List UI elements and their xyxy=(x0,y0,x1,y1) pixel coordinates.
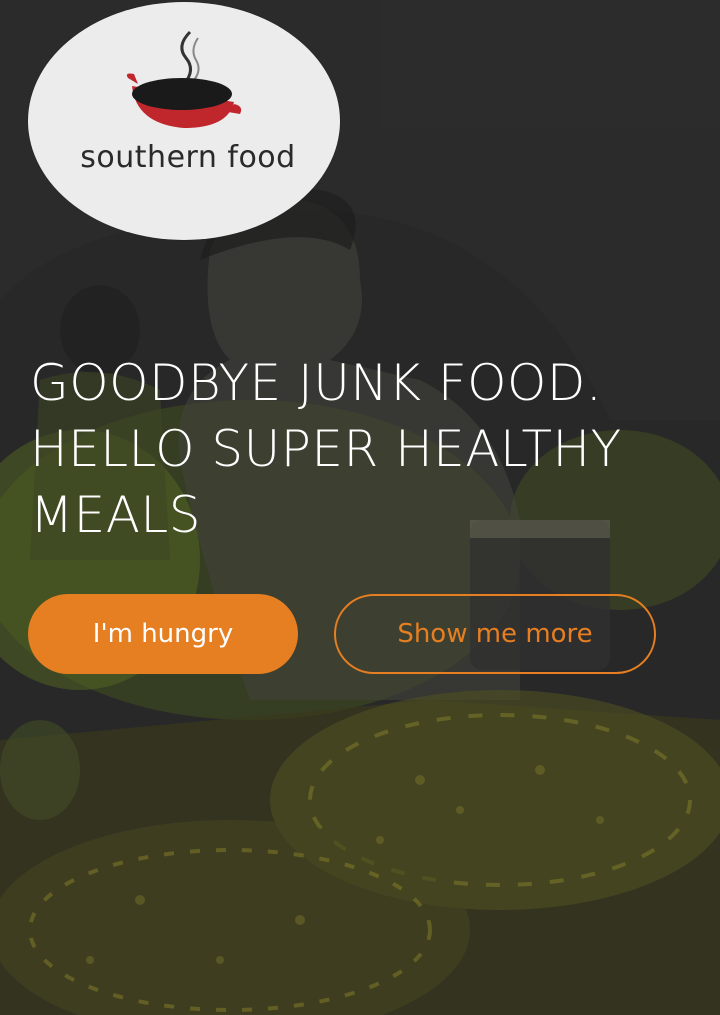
brand-logo[interactable]: southern food xyxy=(28,2,340,240)
hero-headline: GOODBYE JUNK FOOD. HELLO SUPER HEALTHY M… xyxy=(30,350,710,548)
im-hungry-button[interactable]: I'm hungry xyxy=(28,594,298,674)
cooking-pan-icon xyxy=(126,30,242,128)
headline-line-3: MEALS xyxy=(30,486,202,544)
hero-section: southern food GOODBYE JUNK FOOD. HELLO S… xyxy=(0,0,720,1015)
brand-name: southern food xyxy=(80,140,296,175)
headline-line-1: GOODBYE JUNK FOOD. xyxy=(30,354,603,412)
headline-line-2: HELLO SUPER HEALTHY xyxy=(30,420,622,478)
show-me-more-button[interactable]: Show me more xyxy=(334,594,656,674)
